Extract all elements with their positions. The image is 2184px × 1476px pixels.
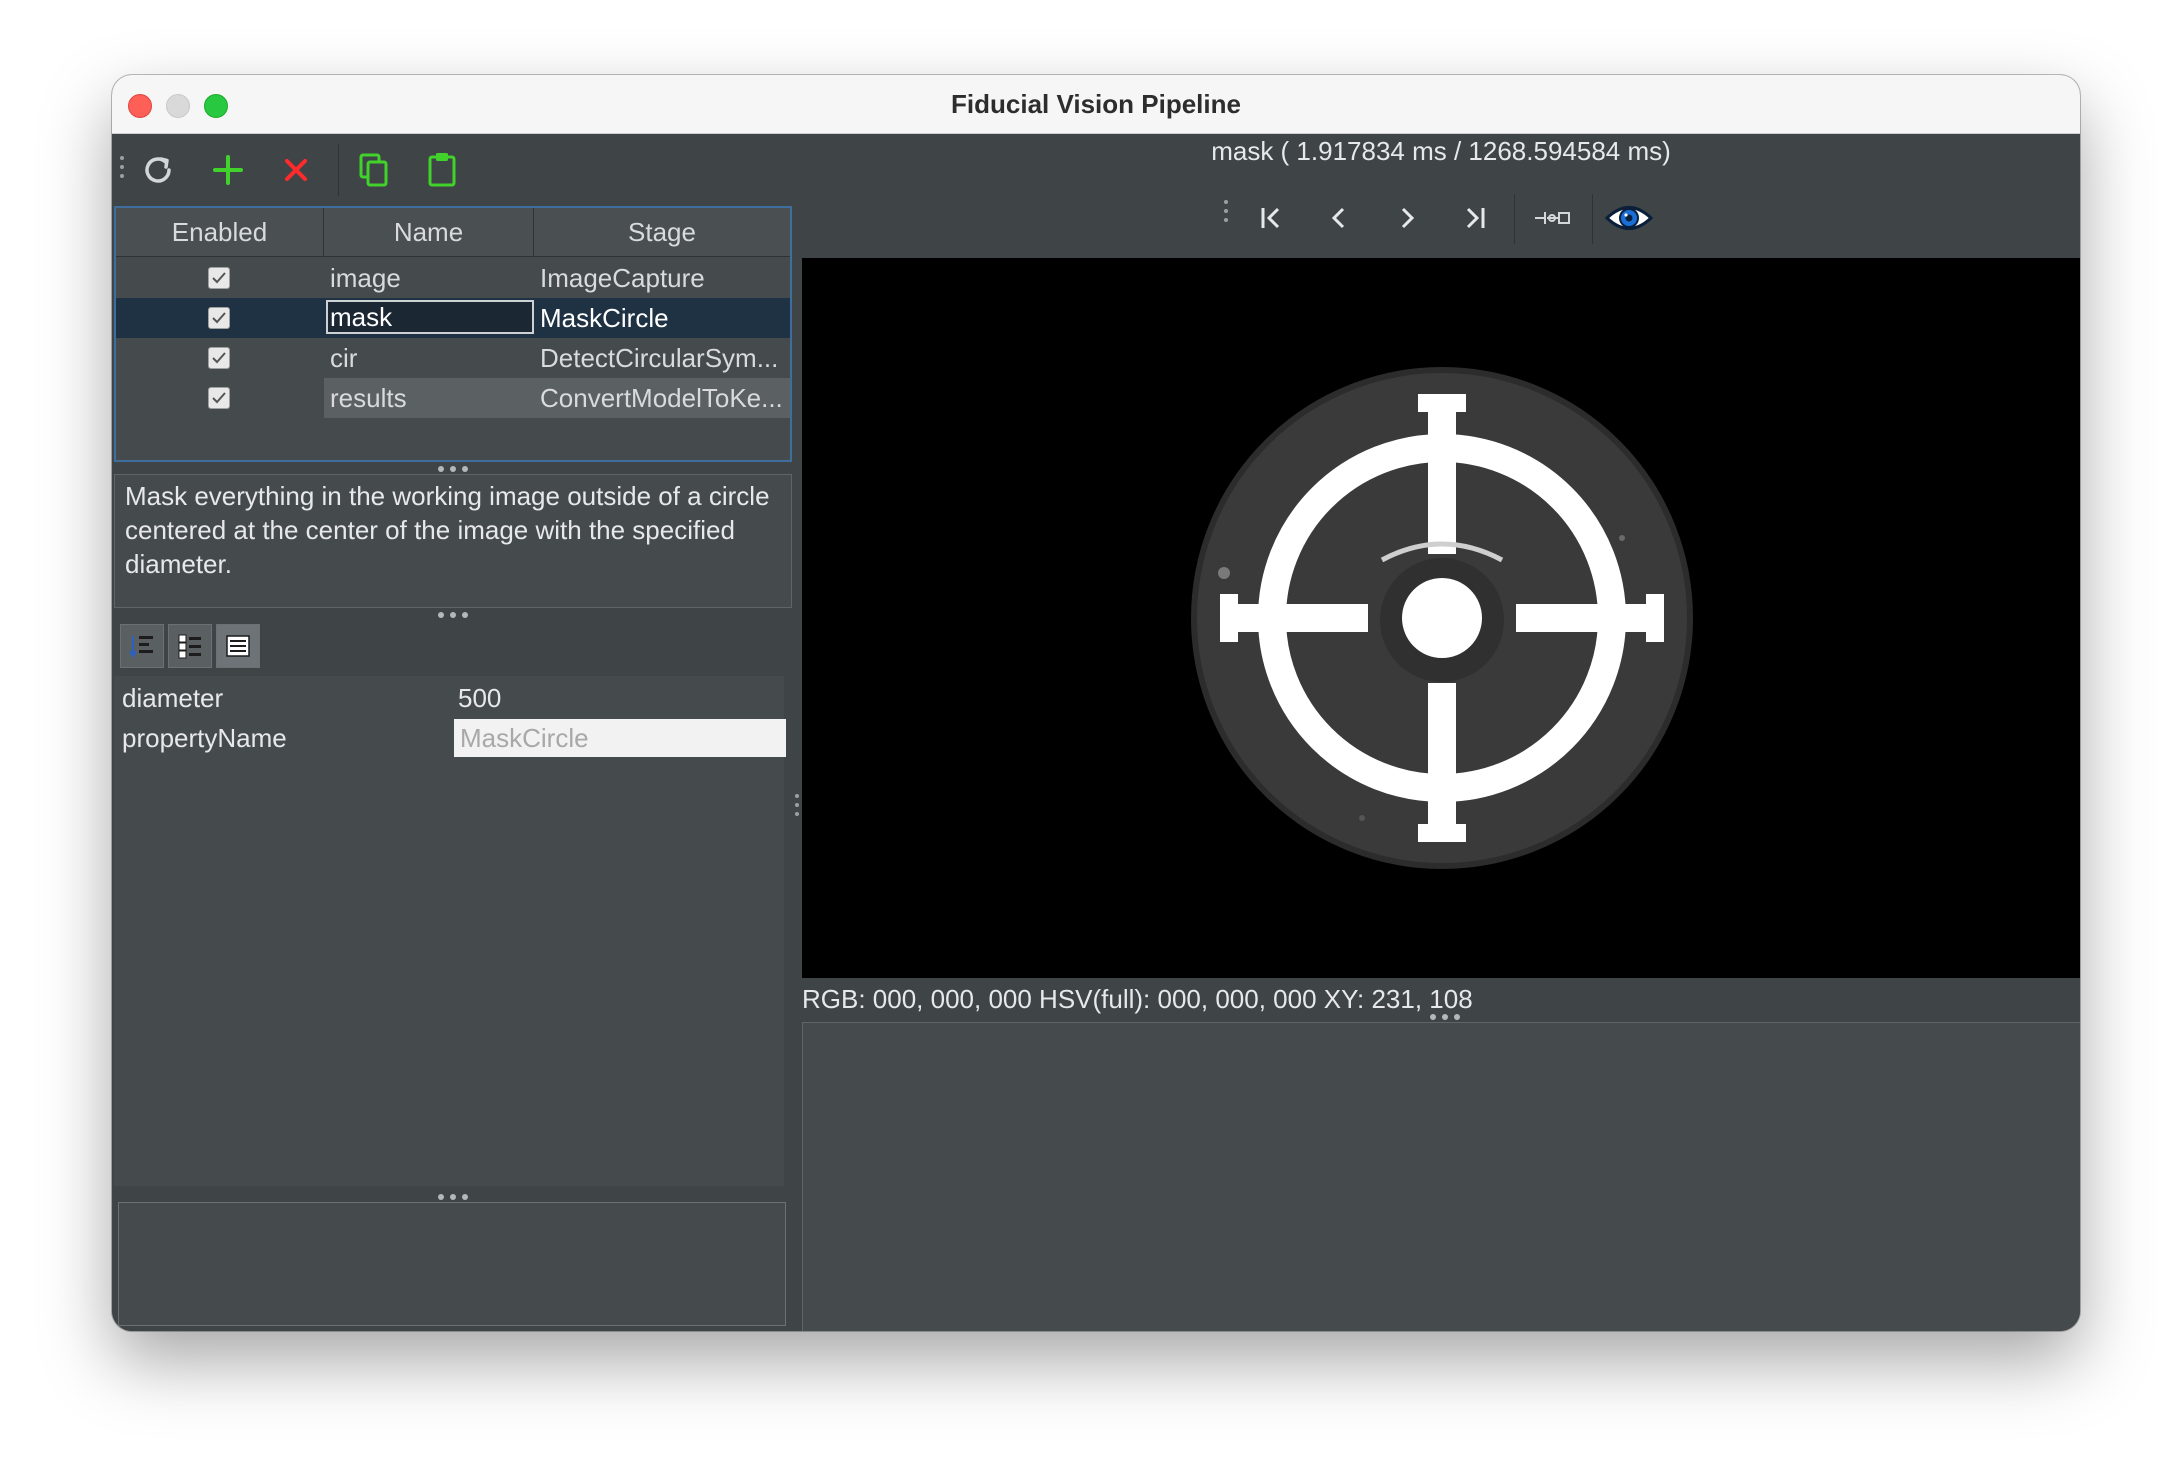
column-header-stage[interactable]: Stage [534, 208, 790, 256]
paste-icon [428, 153, 456, 187]
row-stage: ConvertModelToKe... [540, 383, 783, 413]
categorized-icon [178, 634, 201, 659]
add-icon [213, 155, 243, 185]
table-row[interactable]: cir DetectCircularSym... [116, 338, 790, 378]
enabled-checkbox[interactable] [208, 267, 230, 289]
row-name: image [330, 263, 401, 293]
next-icon [1401, 207, 1415, 229]
refresh-button[interactable] [134, 146, 182, 194]
title-bar: Fiducial Vision Pipeline [112, 75, 2080, 134]
enabled-checkbox[interactable] [208, 387, 230, 409]
nav-grip[interactable] [1224, 200, 1228, 227]
column-header-name[interactable]: Name [324, 208, 534, 256]
main-content: Enabled Name Stage image ImageCapture ma… [112, 134, 2080, 1331]
categorized-view-button[interactable] [168, 624, 212, 668]
splitter-handle[interactable] [438, 1194, 468, 1200]
property-name: propertyName [122, 723, 287, 753]
toolbar-separator [338, 144, 339, 196]
row-stage: ImageCapture [540, 263, 705, 293]
property-name: diameter [122, 683, 224, 713]
splitter-handle[interactable] [438, 466, 468, 472]
viewer-navigation [802, 190, 2080, 246]
fiducial-target-image [1191, 367, 1693, 869]
row-name: cir [330, 343, 358, 373]
toolbar-grip[interactable] [120, 156, 124, 183]
window-title: Fiducial Vision Pipeline [951, 89, 1241, 119]
viewer-pane: mask ( 1.917834 ms / 1268.594584 ms) RGB… [802, 134, 2080, 1331]
paste-button[interactable] [418, 146, 466, 194]
property-row[interactable]: diameter 500 [114, 678, 784, 718]
link-button[interactable] [1526, 190, 1580, 246]
table-header: Enabled Name Stage [116, 208, 790, 257]
table-row[interactable]: image ImageCapture [116, 258, 790, 298]
previous-stage-button[interactable] [1312, 190, 1366, 246]
add-stage-button[interactable] [204, 146, 252, 194]
list-icon [226, 635, 250, 657]
checkmark-icon [212, 392, 226, 404]
refresh-icon [145, 157, 171, 183]
first-stage-button[interactable] [1244, 190, 1298, 246]
row-stage: DetectCircularSym... [540, 343, 779, 373]
property-value-field[interactable]: MaskCircle [454, 719, 786, 757]
remove-stage-button[interactable] [272, 146, 320, 194]
checkmark-icon [212, 272, 226, 284]
pipeline-stages-table: Enabled Name Stage image ImageCapture ma… [114, 206, 792, 462]
copy-icon [359, 153, 388, 187]
splitter-handle[interactable] [438, 612, 468, 618]
list-view-button[interactable] [216, 624, 260, 668]
enabled-checkbox[interactable] [208, 307, 230, 329]
sort-alpha-button[interactable] [120, 624, 164, 668]
row-name: results [330, 383, 407, 413]
property-grid: diameter 500 propertyName MaskCircle [114, 676, 786, 1186]
viewer-details-panel [802, 1022, 2080, 1331]
column-header-enabled[interactable]: Enabled [116, 208, 324, 256]
output-panel [118, 1202, 786, 1326]
stage-description: Mask everything in the working image out… [114, 474, 792, 608]
eye-icon [1604, 206, 1654, 230]
link-icon [1535, 212, 1570, 224]
last-icon [1466, 207, 1485, 229]
toggle-view-button[interactable] [1602, 190, 1656, 246]
app-window: Fiducial Vision Pipeline Enabled Name St… [112, 75, 2080, 1331]
pipeline-toolbar [112, 134, 792, 206]
row-name-edit-field[interactable]: mask [326, 300, 534, 334]
splitter-handle[interactable] [1430, 1014, 1460, 1020]
checkmark-icon [212, 312, 226, 324]
property-view-toolbar [120, 624, 260, 670]
enabled-checkbox[interactable] [208, 347, 230, 369]
next-stage-button[interactable] [1380, 190, 1434, 246]
property-value[interactable]: 500 [458, 678, 501, 718]
stage-timing: mask ( 1.917834 ms / 1268.594584 ms) [1211, 136, 1671, 166]
copy-button[interactable] [350, 146, 398, 194]
first-icon [1261, 207, 1280, 229]
vertical-splitter-handle[interactable] [795, 794, 799, 821]
image-viewer[interactable] [802, 258, 2080, 978]
last-stage-button[interactable] [1448, 190, 1502, 246]
property-row[interactable]: propertyName MaskCircle [114, 718, 786, 758]
prev-icon [1331, 207, 1345, 229]
nav-separator [1592, 194, 1593, 244]
nav-separator [1514, 194, 1515, 244]
table-row-selected[interactable]: mask MaskCircle [116, 298, 790, 338]
row-stage: MaskCircle [540, 303, 669, 333]
sort-alpha-icon [129, 636, 153, 658]
delete-icon [285, 159, 307, 181]
table-row[interactable]: results ConvertModelToKe... [116, 378, 790, 418]
checkmark-icon [212, 352, 226, 364]
pixel-readout: RGB: 000, 000, 000 HSV(full): 000, 000, … [802, 984, 1473, 1014]
